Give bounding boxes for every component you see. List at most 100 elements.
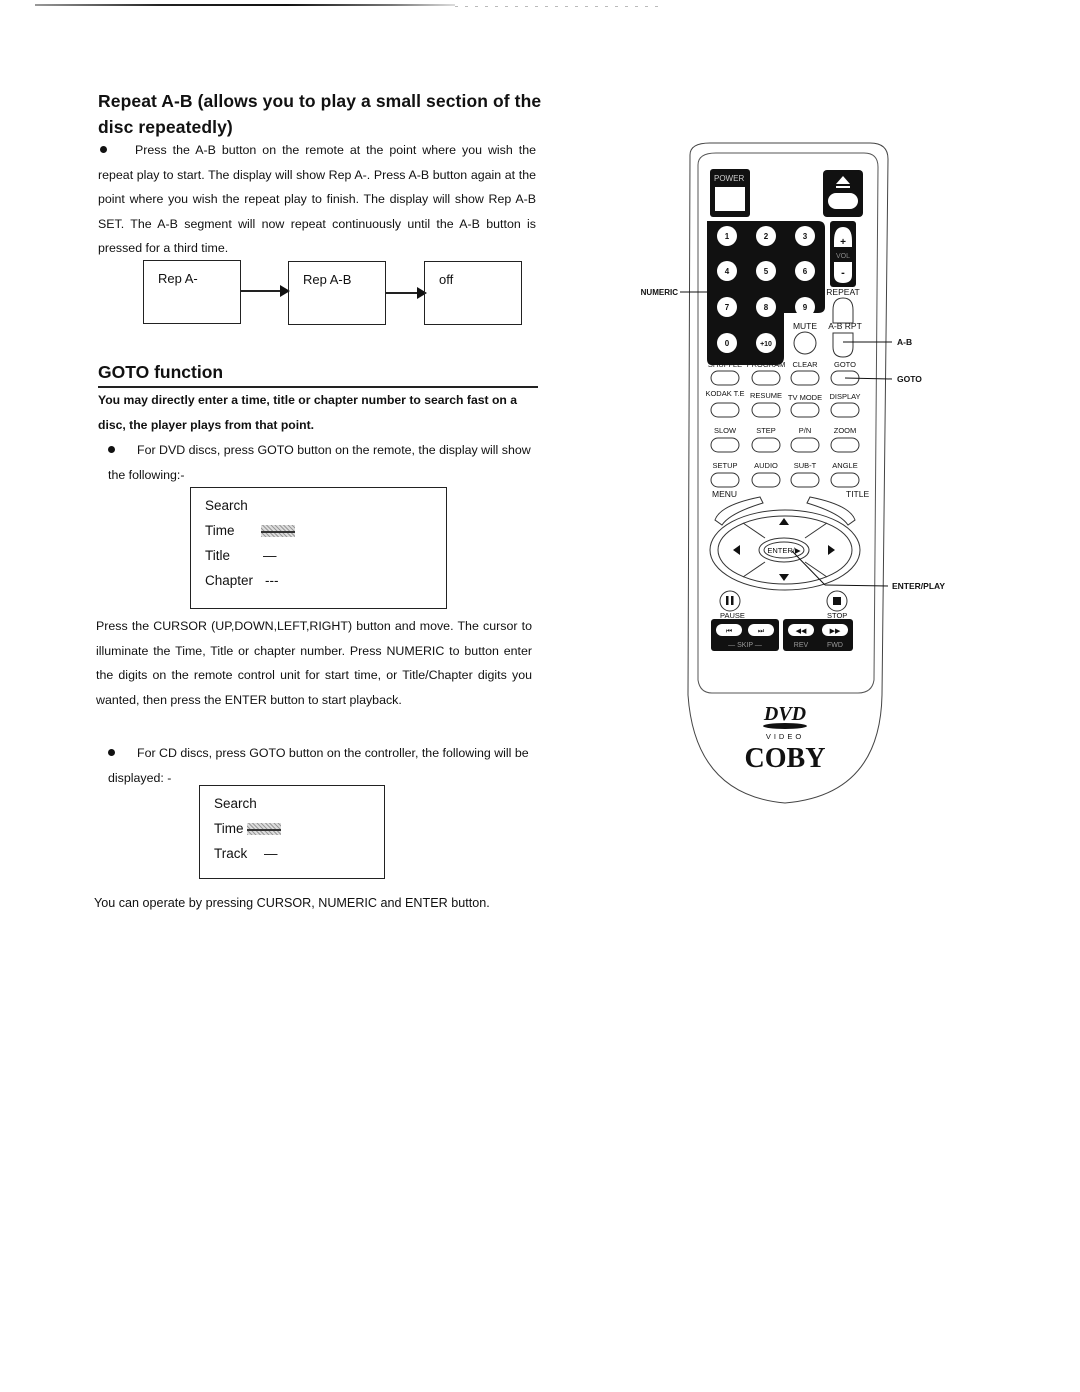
- menu-button[interactable]: [714, 496, 764, 526]
- flow-arrow-line: [386, 292, 418, 294]
- stop-icon: [833, 597, 841, 605]
- sub-t-button[interactable]: [790, 472, 820, 488]
- display-button[interactable]: [830, 402, 860, 418]
- button-label: RESUME: [750, 391, 782, 400]
- button-label: ZOOM: [834, 426, 857, 435]
- display-time-value-highlighted: [247, 823, 281, 838]
- step-button[interactable]: [751, 437, 781, 453]
- kodak-te-button[interactable]: [710, 402, 740, 418]
- program-button[interactable]: [751, 370, 781, 386]
- button-label: AUDIO: [754, 461, 778, 470]
- display-row-title: Title: [205, 548, 231, 563]
- button-label: SLOW: [714, 426, 737, 435]
- mute-button[interactable]: [793, 331, 817, 355]
- tv-mode-button[interactable]: [790, 402, 820, 418]
- remote-control-illustration: POWER 1 2 3 4 5 6 7 8 9 0 +10 + VOL - RE…: [641, 142, 945, 804]
- pause-label: PAUSE: [720, 611, 745, 620]
- rev-label: REV: [794, 642, 809, 649]
- flow-box-rep-ab: Rep A-B: [288, 261, 386, 325]
- button-label: CLEAR: [792, 360, 818, 369]
- pause-icon-bar: [731, 596, 734, 605]
- cd-bullet-text: For CD discs, press GOTO button on the c…: [108, 746, 529, 785]
- cursor-down-icon[interactable]: [779, 574, 789, 581]
- dvd-bullet-text: For DVD discs, press GOTO button on the …: [108, 443, 531, 482]
- nav-divider: [742, 561, 766, 578]
- dvd-bullet: For DVD discs, press GOTO button on the …: [108, 438, 536, 487]
- zoom-button[interactable]: [830, 437, 860, 453]
- coby-brand-logo: COBY: [745, 743, 826, 774]
- fast-forward-icon: ▶▶: [830, 628, 841, 635]
- goto-intro: You may directly enter a time, title or …: [98, 393, 518, 432]
- eject-button[interactable]: [828, 193, 858, 209]
- slow-button[interactable]: [710, 437, 740, 453]
- angle-button[interactable]: [830, 472, 860, 488]
- numeric-callout: NUMERIC: [641, 288, 679, 297]
- cursor-left-icon[interactable]: [733, 545, 740, 555]
- key-label: 4: [725, 267, 730, 276]
- vol-plus-label: +: [840, 237, 846, 248]
- power-button[interactable]: [715, 187, 745, 211]
- display-row-search: Search: [214, 796, 257, 811]
- pause-icon: [726, 596, 729, 605]
- resume-button[interactable]: [751, 402, 781, 418]
- button-label: KODAK T.E: [705, 389, 744, 398]
- repeat-button[interactable]: [832, 297, 854, 324]
- flow-box-label: off: [439, 272, 454, 287]
- title-button[interactable]: [806, 496, 856, 526]
- button-label: ANGLE: [832, 461, 857, 470]
- display-title-value: —: [263, 548, 277, 563]
- dvd-logo-disc-icon: [763, 723, 807, 729]
- display-row-time: Time: [214, 821, 244, 836]
- button-label: P/N: [799, 426, 812, 435]
- vol-minus-label: -: [841, 267, 845, 279]
- repeat-label: REPEAT: [826, 287, 859, 297]
- bullet-icon: [108, 749, 115, 757]
- button-label: TV MODE: [788, 393, 822, 402]
- nav-divider: [804, 522, 828, 539]
- display-row-time: Time: [205, 523, 235, 538]
- mute-label: MUTE: [793, 321, 817, 331]
- audio-button[interactable]: [751, 472, 781, 488]
- enter-callout-line: [824, 584, 889, 587]
- vol-label: VOL: [836, 253, 850, 260]
- key-label: 8: [764, 303, 769, 312]
- display-chapter-value: ---: [265, 573, 279, 588]
- flow-box-off: off: [424, 261, 522, 325]
- button-label: GOTO: [834, 360, 856, 369]
- clear-button[interactable]: [790, 370, 820, 386]
- stop-label: STOP: [827, 611, 847, 620]
- shuffle-button[interactable]: [710, 370, 740, 386]
- ab-callout: A-B: [897, 337, 912, 347]
- footer-note: You can operate by pressing CURSOR, NUME…: [94, 896, 490, 910]
- key-label: 3: [803, 232, 808, 241]
- cd-bullet: For CD discs, press GOTO button on the c…: [108, 741, 532, 790]
- ab-rpt-label: A-B RPT: [828, 321, 862, 331]
- bullet-icon: [100, 146, 107, 154]
- cd-goto-display: Search Time Track —: [199, 785, 385, 879]
- flow-arrow-line: [241, 290, 281, 292]
- scan-artifact-line: [35, 4, 455, 6]
- ab-rpt-button[interactable]: [832, 332, 854, 358]
- button-label: PROGRAM: [747, 360, 786, 369]
- skip-forward-icon: ⏭: [758, 628, 765, 635]
- pause-button[interactable]: [719, 590, 741, 612]
- key-label: 7: [725, 303, 730, 312]
- goto-callout-line: [844, 377, 893, 380]
- menu-label: MENU: [712, 489, 737, 499]
- flow-box-rep-a: Rep A-: [143, 260, 241, 324]
- repeat-ab-text: Press the A-B button on the remote at th…: [98, 143, 536, 256]
- scan-artifact-dots: [455, 6, 665, 7]
- cursor-up-icon[interactable]: [779, 518, 789, 525]
- dvd-logo: DVD: [763, 703, 806, 725]
- cursor-right-icon[interactable]: [828, 545, 835, 555]
- setup-button[interactable]: [710, 472, 740, 488]
- key-label: 5: [764, 267, 769, 276]
- display-row-search: Search: [205, 498, 248, 513]
- goto-heading: GOTO function: [98, 362, 224, 382]
- enter-callout-line: [791, 550, 826, 586]
- nav-divider: [742, 522, 766, 539]
- button-label: SUB-T: [794, 461, 817, 470]
- display-time-value-highlighted: [261, 525, 295, 540]
- display-track-value: —: [264, 846, 278, 861]
- pn-button[interactable]: [790, 437, 820, 453]
